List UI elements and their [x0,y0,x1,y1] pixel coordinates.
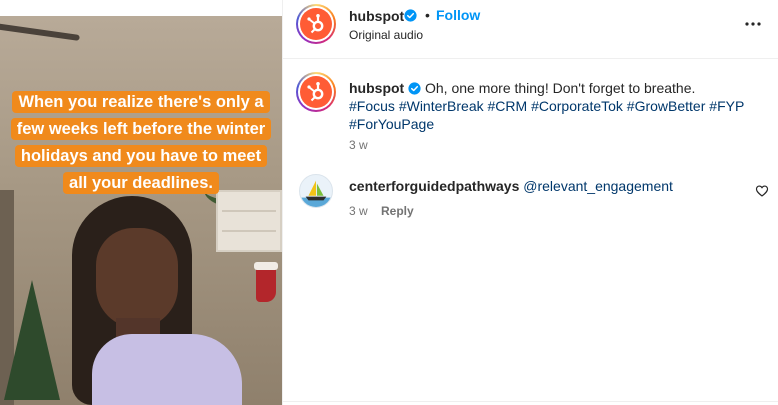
caption-text: Oh, one more thing! Don't forget to brea… [425,80,696,96]
hashtag-link[interactable]: #Focus [349,98,395,114]
section-divider [283,401,778,402]
hashtag-link[interactable]: #GrowBetter [627,98,706,114]
caption-author-avatar[interactable] [296,72,336,112]
verified-badge-icon [404,9,417,22]
hubspot-logo-icon [307,14,324,34]
person-shirt [92,334,242,405]
post-caption: hubspot Oh, one more thing! Don't forget… [349,79,759,133]
hubspot-logo-icon [307,82,324,102]
post-side-panel: hubspot • Follow Original audio hubspot … [282,0,778,405]
commenter-username[interactable]: centerforguidedpathways [349,178,519,194]
hashtag-link[interactable]: #CRM [488,98,528,114]
verified-badge-icon [408,82,421,95]
media-top-strip [0,0,282,16]
video-caption-text: When you realize there's only a few week… [10,91,272,194]
author-avatar[interactable] [296,4,336,44]
hashtag-link[interactable]: #FYP [709,98,744,114]
header-separator: • [425,7,430,23]
comment-timestamp[interactable]: 3 w [349,204,368,218]
hashtag-link[interactable]: #ForYouPage [349,116,434,132]
comment-reply-button[interactable]: Reply [381,204,414,218]
more-options-button[interactable] [741,12,765,36]
more-horizontal-icon [745,22,761,26]
sailboat-logo-icon [300,180,332,207]
wall-shelf [216,190,282,252]
comment-body: centerforguidedpathways @relevant_engage… [349,178,673,194]
christmas-stocking [254,262,278,302]
audio-link[interactable]: Original audio [349,28,423,42]
comment-mention-link[interactable]: @relevant_engagement [523,178,673,194]
author-username[interactable]: hubspot [349,8,404,24]
christmas-tree [4,280,60,400]
hashtag-link[interactable]: #CorporateTok [531,98,623,114]
post-media[interactable]: When you realize there's only a few week… [0,0,282,405]
post-header: hubspot • Follow Original audio [283,0,778,59]
follow-button[interactable]: Follow [436,7,480,23]
post-timestamp[interactable]: 3 w [349,138,368,152]
person-face [96,228,178,328]
commenter-avatar[interactable] [299,174,333,208]
heart-icon[interactable] [755,184,769,198]
video-caption-overlay: When you realize there's only a few week… [8,89,274,197]
caption-username[interactable]: hubspot [349,80,404,96]
hashtag-link[interactable]: #WinterBreak [399,98,484,114]
